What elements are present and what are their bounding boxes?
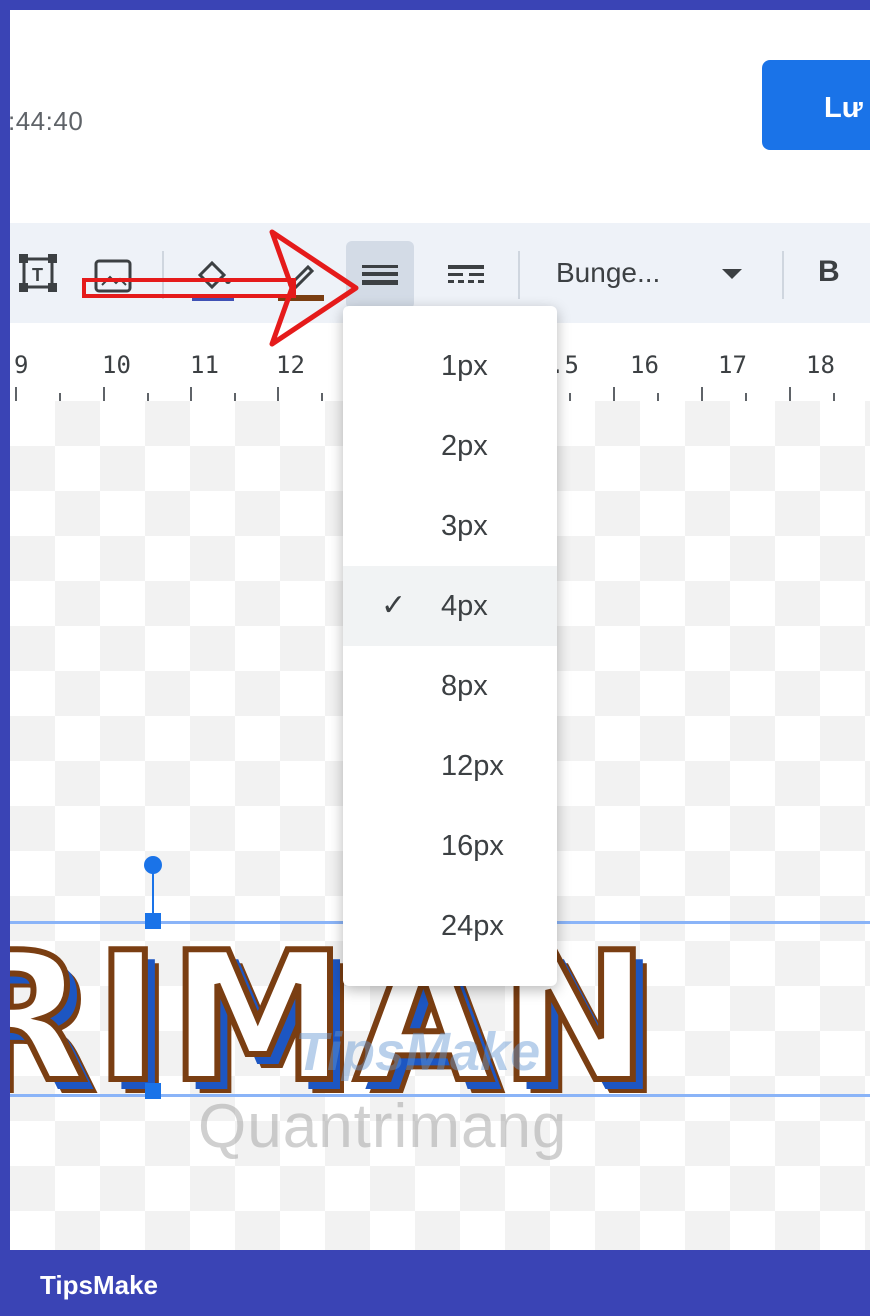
resize-handle-top[interactable]	[145, 913, 161, 929]
app-window: :44:40 Lư T Bunge... B 9 10 11 12 .5 16 …	[10, 10, 870, 1250]
menu-item-label: 3px	[441, 510, 488, 542]
menu-item-label: 24px	[441, 910, 504, 942]
menu-item-label: 16px	[441, 830, 504, 862]
rotate-handle[interactable]	[144, 856, 162, 874]
annotation-arrow-icon	[82, 229, 359, 347]
menu-item-label: 2px	[441, 430, 488, 462]
watermark-site: Quantrimang	[198, 1092, 568, 1161]
menu-item-2px[interactable]: 2px	[343, 406, 557, 486]
menu-item-label: 8px	[441, 670, 488, 702]
check-icon: ✓	[381, 589, 407, 622]
resize-handle-bottom[interactable]	[145, 1083, 161, 1099]
menu-item-8px[interactable]: 8px	[343, 646, 557, 726]
line-weight-menu: 1px 2px 3px ✓ 4px 8px 12px 16px 24px	[343, 306, 557, 986]
footer-bar: TipsMake	[0, 1250, 870, 1316]
menu-item-3px[interactable]: 3px	[343, 486, 557, 566]
menu-item-4px[interactable]: ✓ 4px	[343, 566, 557, 646]
menu-item-16px[interactable]: 16px	[343, 806, 557, 886]
menu-item-12px[interactable]: 12px	[343, 726, 557, 806]
watermark-logo: TipsMake	[295, 1022, 541, 1082]
menu-item-24px[interactable]: 24px	[343, 886, 557, 966]
footer-brand: TipsMake	[40, 1270, 159, 1300]
menu-item-label: 4px	[441, 590, 488, 622]
menu-item-label: 12px	[441, 750, 504, 782]
